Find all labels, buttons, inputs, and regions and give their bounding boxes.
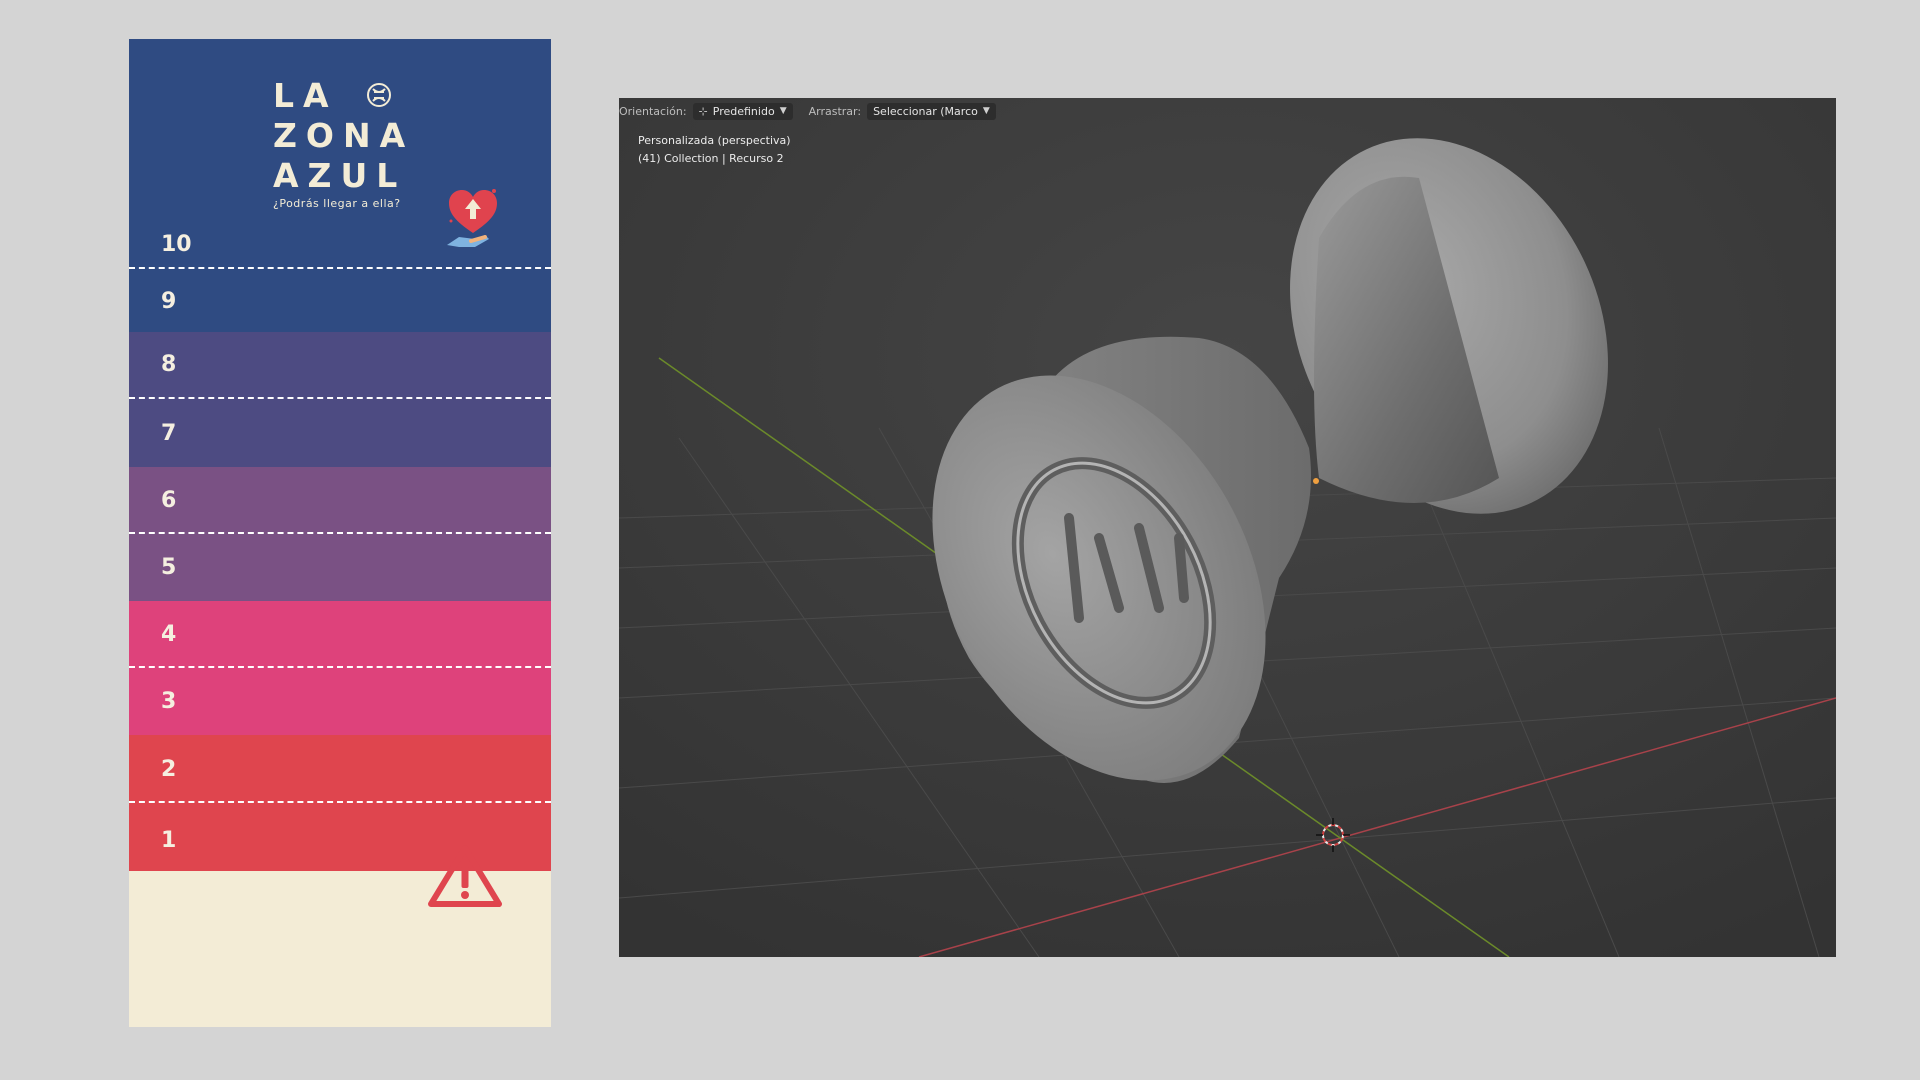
dashed-divider bbox=[129, 267, 551, 269]
level-number: 3 bbox=[161, 689, 177, 714]
dashed-divider bbox=[129, 532, 551, 534]
level-number: 8 bbox=[161, 352, 177, 377]
dna-icon bbox=[367, 83, 391, 107]
chevron-down-icon: ▼ bbox=[982, 106, 990, 116]
level-band-7 bbox=[129, 400, 551, 467]
drag-value: Seleccionar (Marco bbox=[873, 104, 978, 118]
warning-icon bbox=[428, 845, 502, 907]
transform-orientation-icon: ⊹ bbox=[698, 104, 708, 118]
viewport-header: Orientación: ⊹ Predefinido ▼ Arrastrar: … bbox=[619, 98, 1836, 124]
level-number: 2 bbox=[161, 757, 177, 782]
level-band-8 bbox=[129, 332, 551, 400]
level-number: 4 bbox=[161, 622, 177, 647]
orientation-value: Predefinido bbox=[712, 104, 775, 118]
level-band-4 bbox=[129, 601, 551, 668]
view-name: Personalizada (perspectiva) bbox=[638, 134, 791, 147]
level-band-9 bbox=[129, 269, 551, 332]
level-band-5 bbox=[129, 534, 551, 601]
orientation-dropdown[interactable]: ⊹ Predefinido ▼ bbox=[692, 102, 793, 120]
viewport-info-overlay: Personalizada (perspectiva) (41) Collect… bbox=[638, 132, 791, 168]
orientation-label: Orientación: bbox=[619, 104, 687, 118]
dashed-divider bbox=[129, 801, 551, 803]
logo-line-1: LA bbox=[273, 76, 338, 115]
drag-dropdown[interactable]: Seleccionar (Marco ▼ bbox=[867, 102, 996, 120]
level-number: 9 bbox=[161, 289, 177, 314]
level-band-6 bbox=[129, 467, 551, 534]
level-number: 6 bbox=[161, 488, 177, 513]
level-number: 1 bbox=[161, 828, 177, 853]
drag-label: Arrastrar: bbox=[808, 104, 862, 118]
level-band-3 bbox=[129, 668, 551, 735]
level-number: 10 bbox=[161, 232, 192, 257]
chevron-down-icon: ▼ bbox=[779, 106, 787, 116]
dashed-divider bbox=[129, 666, 551, 668]
level-band-2 bbox=[129, 735, 551, 803]
logo-line-3: AZUL bbox=[273, 156, 407, 195]
level-number: 7 bbox=[161, 421, 177, 446]
collection-info: (41) Collection | Recurso 2 bbox=[638, 152, 784, 165]
tagline: ¿Podrás llegar a ella? bbox=[273, 197, 401, 210]
dashed-divider bbox=[129, 397, 551, 399]
level-number: 5 bbox=[161, 555, 177, 580]
heart-hand-icon bbox=[447, 189, 497, 247]
la-zona-azul-card: LA ZONA AZUL ¿Podrás llegar a ella? 10 9 8… bbox=[129, 39, 551, 1027]
logo-line-2: ZONA bbox=[273, 116, 415, 155]
3d-viewport[interactable]: Orientación: ⊹ Predefinido ▼ Arrastrar: … bbox=[619, 98, 1836, 957]
viewport-scene[interactable] bbox=[619, 98, 1836, 957]
